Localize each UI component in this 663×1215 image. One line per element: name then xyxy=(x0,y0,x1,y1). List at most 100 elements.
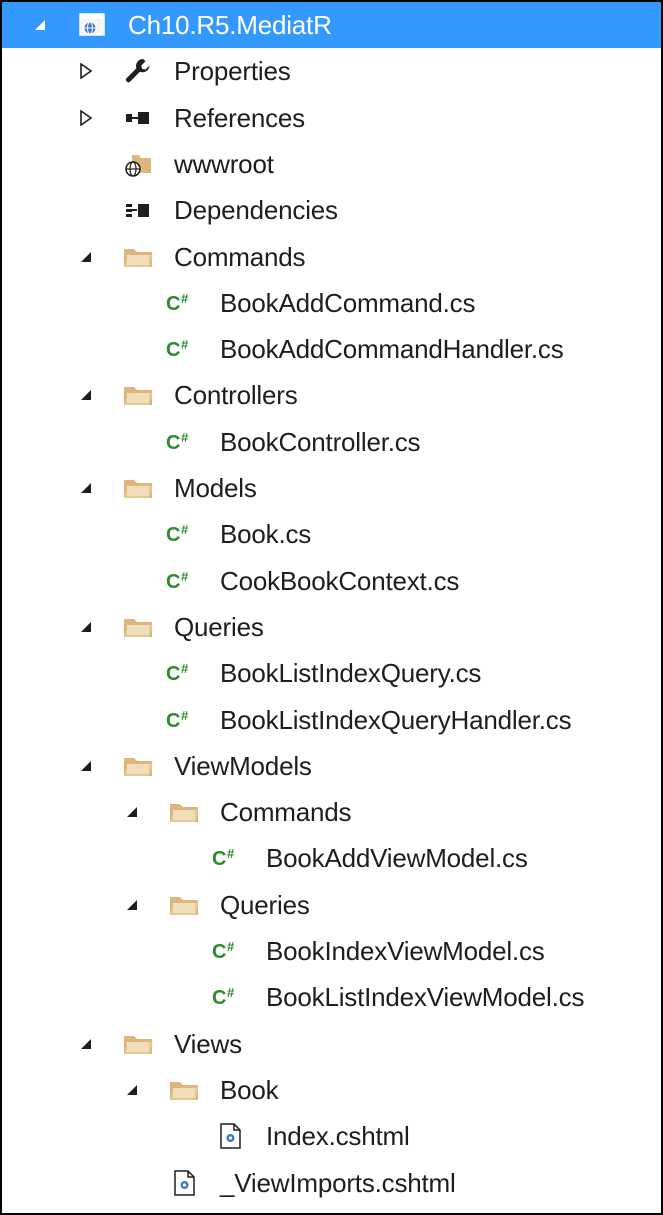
folder-icon xyxy=(120,604,156,650)
project-label: Ch10.R5.MediatR xyxy=(128,9,332,40)
collapsed-arrow-icon[interactable] xyxy=(74,95,98,141)
tree-item-label: Models xyxy=(174,472,257,503)
folder-icon xyxy=(166,1067,202,1113)
svg-text:#: # xyxy=(181,569,189,584)
tree-item-label: Commands xyxy=(220,796,352,827)
svg-text:#: # xyxy=(227,985,235,1000)
expanded-arrow-icon[interactable] xyxy=(74,234,98,280)
tree-item[interactable]: Views xyxy=(2,1021,661,1067)
tree-item[interactable]: C # BookListIndexQuery.cs xyxy=(2,650,661,696)
expanded-arrow-icon[interactable] xyxy=(120,789,144,835)
tree-item-label: Views xyxy=(174,1028,242,1059)
tree-item[interactable]: Queries xyxy=(2,882,661,928)
svg-text:C: C xyxy=(166,524,180,546)
svg-text:C: C xyxy=(212,848,226,870)
web-project-icon xyxy=(74,2,110,48)
csharp-file-icon: C # xyxy=(166,697,202,743)
tree-item[interactable]: Commands xyxy=(2,234,661,280)
folder-icon xyxy=(120,234,156,280)
tree-item[interactable]: C # BookController.cs xyxy=(2,419,661,465)
expanded-arrow-icon[interactable] xyxy=(28,2,52,48)
svg-text:#: # xyxy=(181,430,189,445)
tree-item-label: Queries xyxy=(174,611,264,642)
csharp-file-icon: C # xyxy=(166,280,202,326)
svg-text:#: # xyxy=(181,661,189,676)
folder-icon xyxy=(120,465,156,511)
tree-item-label: BookListIndexViewModel.cs xyxy=(266,981,585,1012)
tree-item[interactable]: Dependencies xyxy=(2,187,661,233)
expanded-arrow-icon[interactable] xyxy=(74,604,98,650)
tree-item[interactable]: Book xyxy=(2,1067,661,1113)
csharp-file-icon: C # xyxy=(212,835,248,881)
tree-item[interactable]: C # BookListIndexViewModel.cs xyxy=(2,974,661,1020)
tree-item-label: wwwroot xyxy=(174,148,274,179)
tree-item-label: ViewModels xyxy=(174,750,312,781)
csharp-file-icon: C # xyxy=(166,650,202,696)
tree-item[interactable]: Models xyxy=(2,465,661,511)
expanded-arrow-icon[interactable] xyxy=(74,1021,98,1067)
tree-item-label: BookAddCommand.cs xyxy=(220,287,476,318)
razor-file-icon xyxy=(212,1113,248,1159)
tree-item-label: Controllers xyxy=(174,379,298,410)
svg-text:C: C xyxy=(166,293,180,315)
svg-text:C: C xyxy=(212,941,226,963)
tree-item[interactable]: wwwroot xyxy=(2,141,661,187)
tree-item-label: Index.cshtml xyxy=(266,1120,410,1151)
csharp-file-icon: C # xyxy=(212,974,248,1020)
tree-item-label: BookAddCommandHandler.cs xyxy=(220,333,564,364)
tree-item-label: BookIndexViewModel.cs xyxy=(266,935,545,966)
collapsed-arrow-icon[interactable] xyxy=(74,48,98,94)
expanded-arrow-icon[interactable] xyxy=(120,882,144,928)
svg-text:C: C xyxy=(166,339,180,361)
svg-text:#: # xyxy=(181,708,189,723)
tree-item-label: BookAddViewModel.cs xyxy=(266,842,528,873)
tree-item-label: BookController.cs xyxy=(220,426,421,457)
tree-item[interactable]: C # Book.cs xyxy=(2,511,661,557)
tree-item[interactable]: ViewModels xyxy=(2,743,661,789)
csharp-file-icon: C # xyxy=(166,326,202,372)
tree-item[interactable]: C # BookListIndexQueryHandler.cs xyxy=(2,697,661,743)
tree-item-label: Properties xyxy=(174,55,291,86)
tree-item[interactable]: Commands xyxy=(2,789,661,835)
folder-icon xyxy=(166,882,202,928)
razor-file-icon xyxy=(166,1160,202,1206)
expanded-arrow-icon[interactable] xyxy=(74,372,98,418)
tree-item[interactable]: Queries xyxy=(2,604,661,650)
expanded-arrow-icon[interactable] xyxy=(120,1067,144,1113)
tree-item[interactable]: References xyxy=(2,95,661,141)
tree-item-label: References xyxy=(174,102,305,133)
folder-icon xyxy=(120,1021,156,1067)
tree-item[interactable]: Controllers xyxy=(2,372,661,418)
csharp-file-icon: C # xyxy=(166,511,202,557)
expanded-arrow-icon[interactable] xyxy=(74,743,98,789)
tree-item[interactable]: C # BookAddCommandHandler.cs xyxy=(2,326,661,372)
csharp-file-icon: C # xyxy=(166,419,202,465)
tree-item-label: Book.cs xyxy=(220,518,312,549)
project-node[interactable]: Ch10.R5.MediatR xyxy=(2,2,661,48)
tree-item[interactable]: C # BookAddViewModel.cs xyxy=(2,835,661,881)
tree-item[interactable]: C # BookIndexViewModel.cs xyxy=(2,928,661,974)
expanded-arrow-icon[interactable] xyxy=(74,465,98,511)
tree-item[interactable]: C # CookBookContext.cs xyxy=(2,558,661,604)
tree-item-label: Book xyxy=(220,1074,279,1105)
svg-text:#: # xyxy=(181,337,189,352)
csharp-file-icon: C # xyxy=(212,928,248,974)
tree-item[interactable]: Properties xyxy=(2,48,661,94)
tree-item[interactable]: C # BookAddCommand.cs xyxy=(2,280,661,326)
folder-icon xyxy=(120,743,156,789)
svg-text:C: C xyxy=(166,432,180,454)
svg-text:C: C xyxy=(166,710,180,732)
svg-text:#: # xyxy=(181,291,189,306)
svg-text:#: # xyxy=(181,522,189,537)
folder-icon xyxy=(120,372,156,418)
tree-item-label: _ViewImports.cshtml xyxy=(220,1167,456,1198)
tree-item[interactable]: _ViewImports.cshtml xyxy=(2,1160,661,1206)
tree-item-label: Commands xyxy=(174,241,306,272)
svg-text:C: C xyxy=(166,663,180,685)
references-icon xyxy=(120,95,156,141)
dependencies-icon xyxy=(120,187,156,233)
tree-item-label: BookListIndexQuery.cs xyxy=(220,657,482,688)
tree-item[interactable]: Index.cshtml xyxy=(2,1113,661,1159)
folder-icon xyxy=(166,789,202,835)
svg-text:#: # xyxy=(227,939,235,954)
